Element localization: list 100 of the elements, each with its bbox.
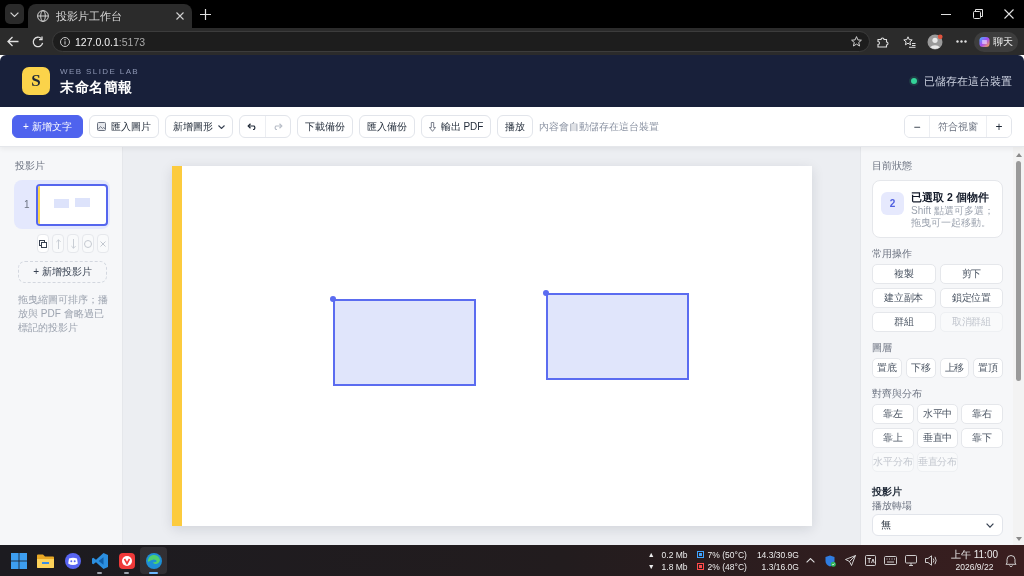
action-button[interactable]: 置底	[872, 358, 902, 378]
circle-icon	[84, 239, 92, 248]
section-title: 常用操作	[872, 248, 913, 260]
chevron-down-icon	[986, 522, 994, 528]
scroll-down-arrow-icon[interactable]	[1015, 537, 1022, 541]
toolbar-button[interactable]: 匯入備份	[358, 115, 415, 138]
field-label: 播放轉場	[872, 500, 913, 512]
swirl-icon	[145, 552, 162, 569]
undo-icon	[247, 123, 258, 130]
chevron-down-icon	[217, 124, 225, 129]
transition-select[interactable]: 無	[872, 514, 1003, 536]
clock-date: 2026/9/22	[955, 560, 994, 573]
tab-list-button[interactable]	[5, 4, 24, 24]
scrollbar[interactable]	[1013, 147, 1024, 545]
action-button[interactable]: 水平中	[916, 404, 959, 424]
sidebar-title: 投影片	[14, 160, 46, 172]
action-button[interactable]: 複製	[872, 264, 936, 284]
puzzle-piece-icon[interactable]	[877, 35, 889, 48]
action-button[interactable]: 下移	[905, 358, 936, 378]
action-button[interactable]: 靠左	[872, 404, 914, 424]
bell-icon[interactable]	[1005, 554, 1017, 567]
chevron-down-icon	[10, 11, 19, 17]
scroll-up-arrow-icon[interactable]	[1015, 153, 1022, 157]
add-slide-button[interactable]: + 新增投影片	[18, 261, 107, 283]
action-button[interactable]: 靠上	[872, 428, 914, 448]
scrollbar-thumb[interactable]	[1016, 161, 1021, 381]
section-title: 目前狀態	[872, 160, 913, 172]
shape-dropdown[interactable]: 新增圖形	[164, 115, 233, 138]
shield-check-icon[interactable]	[825, 554, 837, 567]
rectangle-shape[interactable]	[333, 298, 477, 386]
action-button[interactable]: 靠下	[961, 428, 1003, 448]
download-arrow-icon	[428, 121, 436, 132]
action-button[interactable]: 建立副本	[872, 288, 936, 308]
taskbar-app-button[interactable]	[140, 547, 167, 574]
redo-icon	[272, 123, 283, 130]
duplicate-slide-button[interactable]	[37, 234, 49, 253]
info-icon[interactable]	[60, 36, 70, 47]
more-icon[interactable]	[955, 40, 967, 43]
speaker-icon[interactable]	[924, 555, 937, 566]
image-icon	[96, 122, 106, 131]
memory-usage: 14.3/30.9G	[756, 548, 799, 561]
arrow-up-icon	[55, 238, 61, 249]
section-title: 圖層	[872, 342, 893, 354]
plus-icon[interactable]	[200, 8, 211, 20]
logo-tile: S	[22, 67, 50, 95]
copy-icon	[39, 239, 47, 248]
slide-thumbnail[interactable]	[36, 183, 108, 226]
add-text-button[interactable]: + 新增文字	[12, 115, 83, 138]
sidebar-help-text: 拖曳縮圖可排序；播放與 PDF 會略過已標記的投影片	[18, 293, 109, 335]
minimize-icon[interactable]	[941, 13, 951, 15]
cpu-usage: 7% (50°C)	[707, 548, 747, 561]
thumbnail-rectangle	[75, 198, 91, 208]
section-title: 投影片	[872, 486, 903, 498]
blob-logo-icon	[979, 34, 990, 49]
fit-to-window-button[interactable]: 符合視窗	[929, 116, 987, 137]
export-pdf-button[interactable]: 輸出 PDF	[420, 115, 492, 138]
language-bar-icon[interactable]	[865, 555, 877, 566]
slide-list-item[interactable]: 1	[14, 180, 110, 229]
action-button[interactable]: 靠右	[961, 404, 1003, 424]
action-button[interactable]: 垂直中	[916, 428, 959, 448]
chevron-up-icon[interactable]	[806, 558, 816, 563]
controller-face-icon	[64, 552, 81, 569]
globe-icon	[37, 10, 49, 22]
network-speed: 0.2 Mb	[661, 548, 688, 561]
selection-handle[interactable]	[330, 295, 337, 302]
gpu-usage: 2% (48°C)	[707, 560, 747, 573]
toolbar-button[interactable]: 下載備份	[296, 115, 353, 138]
import-image-button[interactable]: 匯入圖片	[88, 115, 159, 138]
action-button[interactable]: 上移	[939, 358, 970, 378]
star-icon[interactable]	[851, 36, 862, 47]
action-button[interactable]: 群組	[872, 312, 936, 332]
status-dot-icon	[909, 76, 919, 86]
close-icon[interactable]	[1004, 9, 1014, 19]
restore-icon[interactable]	[973, 9, 983, 19]
avatar-icon[interactable]	[927, 33, 943, 50]
keyboard-icon[interactable]	[884, 556, 898, 565]
reload-icon[interactable]	[31, 35, 44, 48]
action-button[interactable]: 剪下	[939, 264, 1003, 284]
chat-button[interactable]: 聊天	[974, 31, 1018, 52]
close-icon[interactable]	[176, 12, 184, 20]
back-arrow-icon[interactable]	[6, 36, 19, 47]
browser-tab[interactable]: 投影片工作台	[28, 4, 192, 28]
toolbar-button[interactable]: 播放	[497, 115, 534, 138]
rectangle-shape[interactable]	[545, 293, 689, 381]
selection-headline: 已選取 2 個物件	[911, 190, 990, 204]
favorites-icon[interactable]	[902, 35, 916, 48]
section-title: 對齊與分布	[872, 388, 923, 400]
folder-icon	[37, 553, 54, 568]
thumbnail-rectangle	[53, 199, 69, 209]
selection-handle[interactable]	[542, 290, 549, 297]
address-bar[interactable]: 127.0.0.1:5173	[52, 31, 870, 52]
clock-time: 上午 11:00	[950, 548, 998, 561]
monitor-icon[interactable]	[904, 555, 917, 566]
document-title[interactable]: 末命名簡報	[60, 78, 140, 96]
paper-plane-icon[interactable]	[845, 555, 857, 566]
brand-label: WEB SLIDE LAB	[60, 66, 140, 76]
round-tile-icon	[118, 552, 135, 569]
action-button[interactable]: 鎖定位置	[939, 288, 1003, 308]
arrow-down-icon	[70, 238, 76, 249]
action-button[interactable]: 置頂	[973, 358, 1003, 378]
